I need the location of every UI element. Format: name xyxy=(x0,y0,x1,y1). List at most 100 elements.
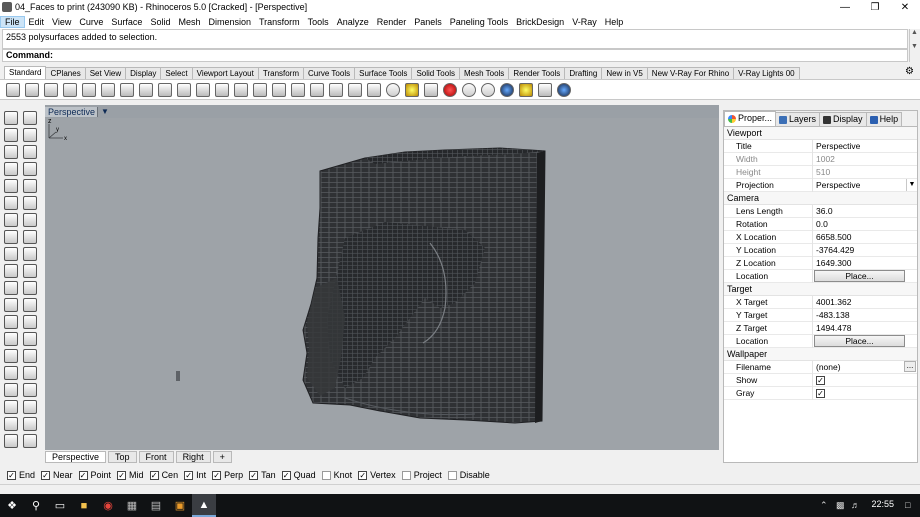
environment-sphere-icon[interactable] xyxy=(500,82,514,97)
sphere-solid-icon[interactable] xyxy=(23,230,37,244)
x-location-field[interactable]: 6658.500 xyxy=(812,230,917,244)
menu-mesh[interactable]: Mesh xyxy=(174,17,204,27)
material-sphere-icon[interactable] xyxy=(481,82,495,97)
menu-analyze[interactable]: Analyze xyxy=(333,17,373,27)
close-icon[interactable]: ✕ xyxy=(890,0,920,14)
zoom-window-icon[interactable] xyxy=(234,82,248,97)
tab-vray-lights[interactable]: V-Ray Lights 00 xyxy=(733,67,800,79)
osnap-checkbox[interactable]: ✓ xyxy=(149,470,159,480)
osnap-checkbox[interactable]: ✓ xyxy=(212,470,222,480)
tab-solid-tools[interactable]: Solid Tools xyxy=(411,67,460,79)
four-viewports-icon[interactable] xyxy=(310,82,324,97)
osnap-disable[interactable]: Disable xyxy=(447,470,490,480)
menu-paneling-tools[interactable]: Paneling Tools xyxy=(446,17,512,27)
tab-properties[interactable]: Proper... xyxy=(724,111,777,126)
menu-render[interactable]: Render xyxy=(373,17,411,27)
tab-drafting[interactable]: Drafting xyxy=(564,67,603,79)
print-icon[interactable] xyxy=(63,82,77,97)
move-icon[interactable] xyxy=(4,332,18,346)
tab-set-view[interactable]: Set View xyxy=(84,67,127,79)
gears-icon[interactable] xyxy=(538,82,552,97)
volume-icon[interactable]: ♬ xyxy=(851,500,860,510)
tab-cplanes[interactable]: CPlanes xyxy=(45,67,86,79)
undo-icon[interactable] xyxy=(158,82,172,97)
osnap-perp[interactable]: ✓ Perp xyxy=(212,470,243,480)
lightning-icon[interactable] xyxy=(23,264,37,278)
osnap-knot[interactable]: Knot xyxy=(321,470,352,480)
boolean-icon[interactable] xyxy=(4,315,18,329)
search-icon[interactable]: ⚲ xyxy=(24,494,48,517)
restore-icon[interactable]: ❐ xyxy=(860,0,890,14)
menu-edit[interactable]: Edit xyxy=(25,17,49,27)
osnap-quad[interactable]: ✓ Quad xyxy=(281,470,316,480)
explode-icon[interactable] xyxy=(4,264,18,278)
menu-tools[interactable]: Tools xyxy=(304,17,333,27)
fillet-icon[interactable] xyxy=(23,196,37,210)
history-scrollbar[interactable]: ▲ ▼ xyxy=(909,29,919,62)
eye-icon[interactable] xyxy=(23,145,37,159)
osnap-checkbox[interactable] xyxy=(321,470,331,480)
move-view-icon[interactable] xyxy=(196,82,210,97)
circle-icon[interactable] xyxy=(4,145,18,159)
illustrator-icon[interactable]: ▣ xyxy=(168,494,192,517)
surface-patch-icon[interactable] xyxy=(4,213,18,227)
up-arrow-icon[interactable]: ⌃ xyxy=(820,500,828,511)
tab-display[interactable]: Display xyxy=(819,112,867,126)
windows-store-icon[interactable]: ▤ xyxy=(144,494,168,517)
cut-icon[interactable] xyxy=(101,82,115,97)
minimize-icon[interactable]: — xyxy=(830,0,860,14)
tab-viewport-layout[interactable]: Viewport Layout xyxy=(191,67,259,79)
vp-tab-top[interactable]: Top xyxy=(108,451,137,463)
viewport-canvas[interactable] xyxy=(45,118,719,450)
tab-surface-tools[interactable]: Surface Tools xyxy=(354,67,413,79)
ellipse-icon[interactable] xyxy=(4,179,18,193)
tab-help[interactable]: Help xyxy=(865,112,903,126)
osnap-checkbox[interactable]: ✓ xyxy=(41,470,51,480)
windows-start-icon[interactable]: ❖ xyxy=(0,494,24,517)
osnap-checkbox[interactable] xyxy=(401,470,411,480)
zoom-extents-icon[interactable] xyxy=(215,82,229,97)
color-sphere-icon[interactable] xyxy=(443,82,457,97)
rhino-icon[interactable]: ▲ xyxy=(192,494,216,517)
menu-vray[interactable]: V-Ray xyxy=(568,17,601,27)
osnap-int[interactable]: ✓ Int xyxy=(184,470,206,480)
tab-select[interactable]: Select xyxy=(160,67,193,79)
menu-panels[interactable]: Panels xyxy=(410,17,446,27)
osnap-checkbox[interactable]: ✓ xyxy=(78,470,88,480)
menu-view[interactable]: View xyxy=(48,17,75,27)
trim-icon[interactable] xyxy=(4,281,18,295)
osnap-checkbox[interactable]: ✓ xyxy=(7,470,16,480)
zoom-selected-icon[interactable] xyxy=(253,82,267,97)
array-icon[interactable] xyxy=(4,298,18,312)
osnap-checkbox[interactable]: ✓ xyxy=(249,470,259,480)
copy-icon[interactable] xyxy=(120,82,134,97)
menu-file[interactable]: File xyxy=(0,15,25,28)
select-arrow-icon[interactable] xyxy=(4,111,18,125)
z-target-field[interactable]: 1494.478 xyxy=(812,321,917,335)
rotate-view-icon[interactable] xyxy=(291,82,305,97)
box-solid-icon[interactable] xyxy=(4,230,18,244)
prop-title-field[interactable]: Perspective xyxy=(812,139,917,153)
taskbar-clock[interactable]: 22:55 xyxy=(871,499,894,509)
light-bulb-icon[interactable] xyxy=(405,82,419,97)
tab-standard[interactable]: Standard xyxy=(4,66,47,79)
rotation-field[interactable]: 0.0 xyxy=(812,217,917,231)
osnap-mid[interactable]: ✓ Mid xyxy=(117,470,144,480)
zoom-dynamic-icon[interactable] xyxy=(272,82,286,97)
tab-transform[interactable]: Transform xyxy=(257,67,305,79)
cylinder-mesh-icon[interactable] xyxy=(4,247,18,261)
gear-mesh-icon[interactable] xyxy=(23,247,37,261)
osnap-near[interactable]: ✓ Near xyxy=(41,470,73,480)
gray-checkbox[interactable]: ✓ xyxy=(816,388,825,398)
vp-tab-front[interactable]: Front xyxy=(138,451,174,463)
menu-brickdesign[interactable]: BrickDesign xyxy=(512,17,568,27)
tab-mesh-tools[interactable]: Mesh Tools xyxy=(458,67,510,79)
menu-surface[interactable]: Surface xyxy=(107,17,146,27)
lock-icon[interactable] xyxy=(424,82,438,97)
network-icon[interactable]: ▩ xyxy=(836,500,845,511)
face-relief-model[interactable] xyxy=(302,147,546,424)
osnap-vertex[interactable]: ✓ Vertex xyxy=(358,470,396,480)
render-icon[interactable] xyxy=(23,434,37,448)
help-icon[interactable] xyxy=(557,82,571,97)
show-checkbox[interactable]: ✓ xyxy=(816,375,825,385)
